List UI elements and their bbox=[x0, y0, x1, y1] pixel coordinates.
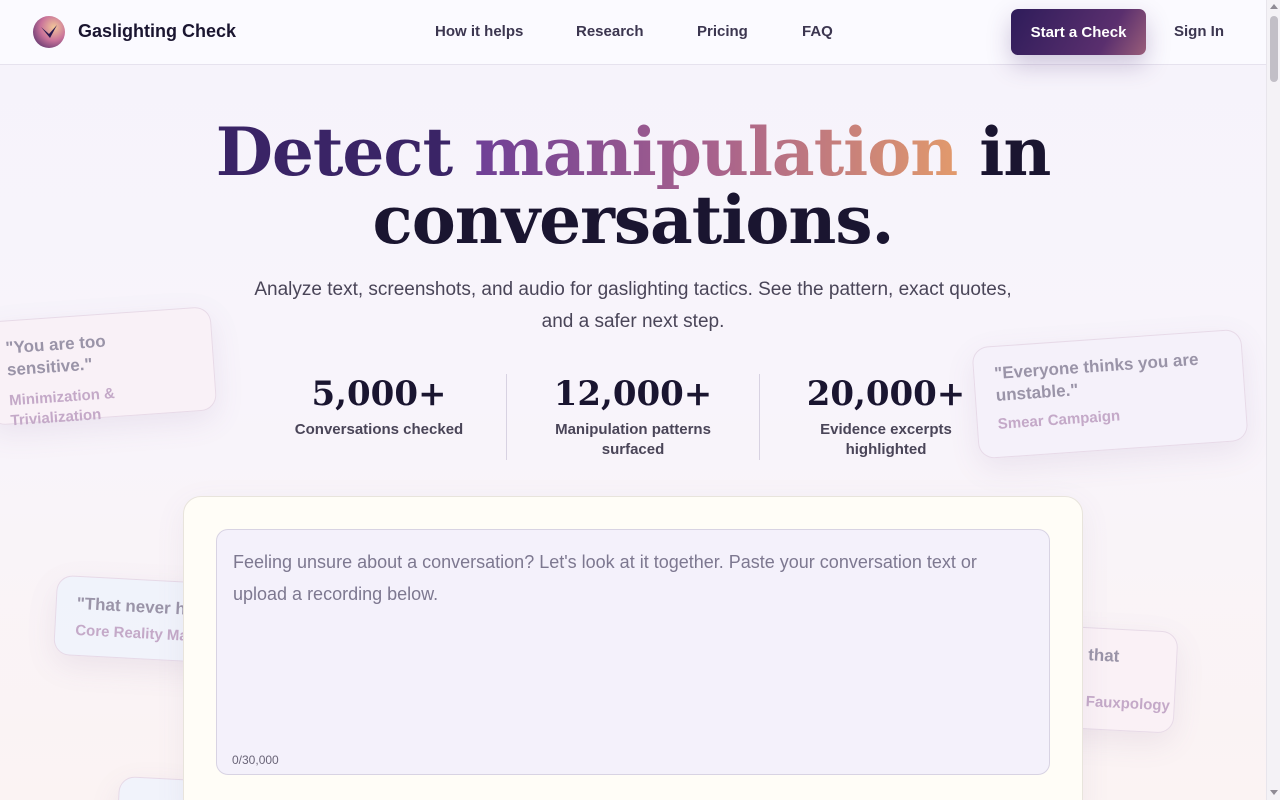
nav-research[interactable]: Research bbox=[576, 23, 644, 40]
stat-label: Conversations checked bbox=[294, 421, 464, 438]
stat-label: Evidence excerpts highlighted bbox=[820, 421, 952, 458]
nav-pricing[interactable]: Pricing bbox=[697, 23, 748, 40]
quote-card-sensitive: "You are too sensitive." Minimization & … bbox=[0, 306, 218, 429]
nav-faq[interactable]: FAQ bbox=[802, 23, 833, 40]
scroll-up-icon[interactable] bbox=[1270, 4, 1278, 9]
quote-text: "Everyone thinks you are unstable." bbox=[993, 349, 1200, 405]
stat-value: 20,000+ bbox=[806, 374, 966, 414]
stat-value: 5,000+ bbox=[311, 374, 447, 414]
conversation-text-input[interactable]: Feeling unsure about a conversation? Let… bbox=[216, 529, 1050, 775]
brand-name[interactable]: Gaslighting Check bbox=[78, 21, 236, 42]
hero-title-line2: conversations. bbox=[372, 181, 895, 259]
start-check-button[interactable]: Start a Check bbox=[1011, 9, 1146, 55]
stat-label: Manipulation patterns surfaced bbox=[555, 421, 711, 458]
quote-tag: Fauxpology bbox=[1085, 693, 1171, 715]
hero-title-word-detect: Detect bbox=[215, 113, 453, 191]
quote-text: "You are too sensitive." bbox=[4, 331, 107, 380]
stat-patterns: 12,000+ Manipulation patterns surfaced bbox=[522, 372, 744, 460]
hero-subtitle: Analyze text, screenshots, and audio for… bbox=[254, 279, 1012, 332]
input-placeholder: Feeling unsure about a conversation? Let… bbox=[233, 552, 977, 604]
scroll-down-icon[interactable] bbox=[1270, 790, 1278, 795]
logo-icon[interactable] bbox=[33, 16, 65, 48]
hero-title-word-manipulation: manipulation bbox=[474, 113, 958, 191]
page-scrollbar[interactable] bbox=[1266, 0, 1280, 800]
stat-excerpts: 20,000+ Evidence excerpts highlighted bbox=[776, 372, 996, 460]
character-counter: 0/30,000 bbox=[232, 753, 279, 767]
hero-title-word-in: in bbox=[979, 113, 1051, 191]
sign-in-link[interactable]: Sign In bbox=[1174, 23, 1224, 40]
analyzer-panel: Feeling unsure about a conversation? Let… bbox=[183, 496, 1083, 800]
hero-title: Detect manipulation in conversations. bbox=[0, 118, 1266, 254]
stat-divider bbox=[759, 374, 760, 460]
stat-value: 12,000+ bbox=[553, 374, 713, 414]
stat-conversations: 5,000+ Conversations checked bbox=[269, 372, 489, 440]
stat-divider bbox=[506, 374, 507, 460]
quote-text: that bbox=[1087, 645, 1120, 666]
quote-card-unstable: "Everyone thinks you are unstable." Smea… bbox=[971, 328, 1249, 460]
nav-how-it-helps[interactable]: How it helps bbox=[435, 23, 523, 40]
scrollbar-thumb[interactable] bbox=[1270, 16, 1278, 82]
quote-tag: Minimization & Trivialization bbox=[8, 385, 116, 430]
top-nav-bar: Gaslighting Check How it helps Research … bbox=[0, 0, 1266, 65]
